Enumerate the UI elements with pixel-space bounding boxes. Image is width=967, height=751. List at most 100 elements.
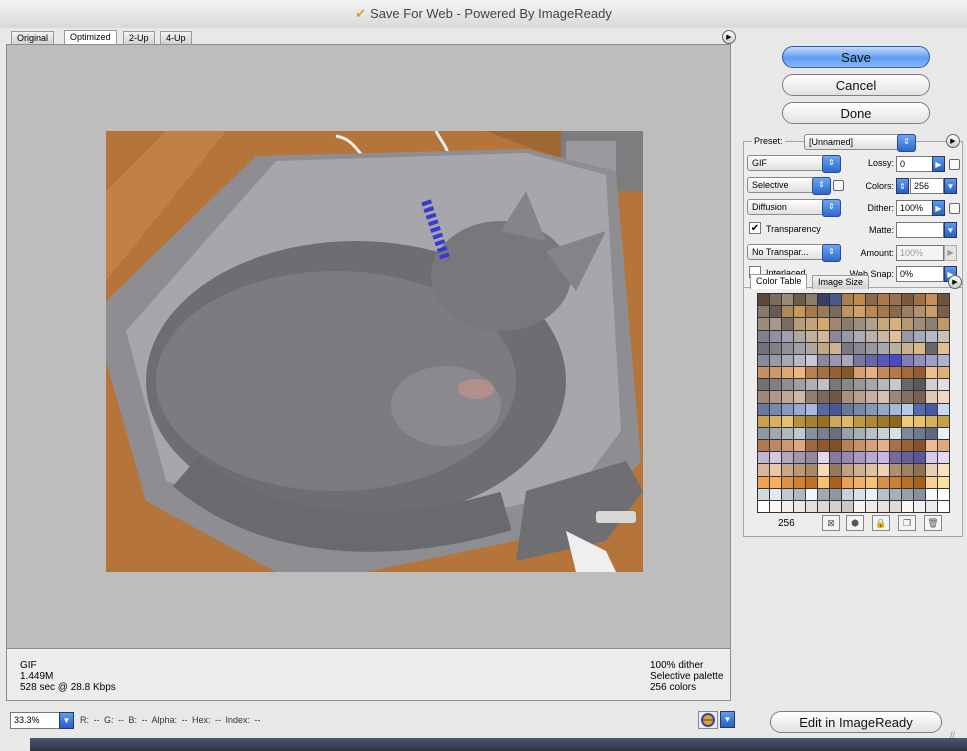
- websnap-field[interactable]: 0%: [896, 266, 944, 282]
- color-swatch[interactable]: [914, 391, 925, 403]
- color-swatch[interactable]: [890, 500, 901, 512]
- color-swatch[interactable]: [842, 488, 853, 500]
- color-swatch[interactable]: [830, 354, 841, 366]
- color-swatch[interactable]: [806, 294, 817, 306]
- color-swatch[interactable]: [926, 476, 937, 488]
- color-swatch[interactable]: [866, 342, 877, 354]
- colors-stepper-icon[interactable]: ⇕: [896, 178, 909, 194]
- preview-menu-icon[interactable]: ▶: [722, 30, 736, 44]
- color-swatch[interactable]: [806, 464, 817, 476]
- color-swatch[interactable]: [890, 403, 901, 415]
- color-swatch[interactable]: [890, 427, 901, 439]
- color-swatch[interactable]: [854, 354, 865, 366]
- edit-in-imageready-button[interactable]: Edit in ImageReady: [770, 711, 942, 733]
- colors-field[interactable]: 256: [910, 178, 944, 194]
- color-swatch[interactable]: [890, 440, 901, 452]
- color-swatch[interactable]: [914, 294, 925, 306]
- color-swatch[interactable]: [854, 391, 865, 403]
- color-swatch[interactable]: [794, 342, 805, 354]
- map-to-transparent-icon[interactable]: ⊠: [822, 515, 840, 531]
- color-swatch[interactable]: [818, 306, 829, 318]
- color-swatch[interactable]: [890, 306, 901, 318]
- color-swatch[interactable]: [782, 391, 793, 403]
- browser-preview-button[interactable]: [698, 711, 718, 729]
- color-swatch[interactable]: [770, 464, 781, 476]
- color-swatch[interactable]: [794, 354, 805, 366]
- color-swatch[interactable]: [794, 440, 805, 452]
- color-swatch[interactable]: [866, 452, 877, 464]
- color-swatch[interactable]: [794, 500, 805, 512]
- tab-color-table[interactable]: Color Table: [750, 274, 808, 289]
- color-swatch[interactable]: [890, 476, 901, 488]
- color-swatch[interactable]: [866, 294, 877, 306]
- preset-select[interactable]: [Unnamed] ⇕: [804, 134, 916, 152]
- color-swatch[interactable]: [782, 427, 793, 439]
- color-swatch[interactable]: [758, 440, 769, 452]
- color-swatch[interactable]: [794, 367, 805, 379]
- color-swatch[interactable]: [758, 415, 769, 427]
- color-swatch[interactable]: [758, 354, 769, 366]
- color-swatch[interactable]: [902, 452, 913, 464]
- color-swatch[interactable]: [830, 403, 841, 415]
- color-swatch[interactable]: [938, 452, 949, 464]
- color-swatch[interactable]: [854, 415, 865, 427]
- color-swatch[interactable]: [818, 379, 829, 391]
- color-swatch[interactable]: [818, 427, 829, 439]
- color-swatch[interactable]: [926, 367, 937, 379]
- color-swatch[interactable]: [794, 452, 805, 464]
- color-swatch[interactable]: [782, 464, 793, 476]
- color-swatch[interactable]: [854, 379, 865, 391]
- color-swatch[interactable]: [782, 415, 793, 427]
- color-swatch[interactable]: [770, 306, 781, 318]
- color-swatch[interactable]: [914, 500, 925, 512]
- color-swatch[interactable]: [794, 318, 805, 330]
- color-swatch[interactable]: [902, 367, 913, 379]
- color-swatch[interactable]: [866, 476, 877, 488]
- color-swatch[interactable]: [902, 403, 913, 415]
- color-swatch[interactable]: [902, 415, 913, 427]
- color-swatch[interactable]: [818, 342, 829, 354]
- color-swatch[interactable]: [902, 464, 913, 476]
- color-swatch[interactable]: [842, 342, 853, 354]
- color-swatch[interactable]: [758, 391, 769, 403]
- color-swatch[interactable]: [878, 367, 889, 379]
- color-swatch[interactable]: [854, 500, 865, 512]
- color-swatch[interactable]: [914, 415, 925, 427]
- color-swatch[interactable]: [770, 415, 781, 427]
- color-swatch[interactable]: [878, 464, 889, 476]
- color-swatch[interactable]: [818, 318, 829, 330]
- color-swatch[interactable]: [842, 476, 853, 488]
- color-swatch[interactable]: [878, 391, 889, 403]
- color-swatch[interactable]: [926, 403, 937, 415]
- color-swatch[interactable]: [758, 294, 769, 306]
- color-swatch[interactable]: [842, 440, 853, 452]
- color-swatch[interactable]: [830, 440, 841, 452]
- tab-2-up[interactable]: 2-Up: [123, 31, 155, 45]
- color-swatch[interactable]: [866, 354, 877, 366]
- color-swatch[interactable]: [770, 330, 781, 342]
- color-swatch[interactable]: [794, 415, 805, 427]
- color-swatch[interactable]: [842, 330, 853, 342]
- color-swatch[interactable]: [938, 440, 949, 452]
- color-swatch[interactable]: [914, 342, 925, 354]
- color-swatch[interactable]: [830, 318, 841, 330]
- color-swatch[interactable]: [818, 354, 829, 366]
- color-swatch[interactable]: [842, 294, 853, 306]
- color-swatch[interactable]: [770, 452, 781, 464]
- color-swatch[interactable]: [782, 294, 793, 306]
- color-swatch[interactable]: [782, 403, 793, 415]
- color-swatch[interactable]: [842, 452, 853, 464]
- color-swatch[interactable]: [806, 318, 817, 330]
- color-swatch[interactable]: [806, 391, 817, 403]
- color-swatch[interactable]: [830, 294, 841, 306]
- color-swatch[interactable]: [878, 500, 889, 512]
- color-swatch[interactable]: [782, 354, 793, 366]
- color-swatch[interactable]: [914, 427, 925, 439]
- color-swatch[interactable]: [782, 379, 793, 391]
- color-swatch[interactable]: [842, 367, 853, 379]
- color-swatch[interactable]: [854, 367, 865, 379]
- color-swatch[interactable]: [878, 403, 889, 415]
- color-swatch[interactable]: [770, 342, 781, 354]
- color-swatch[interactable]: [842, 379, 853, 391]
- color-swatch[interactable]: [866, 403, 877, 415]
